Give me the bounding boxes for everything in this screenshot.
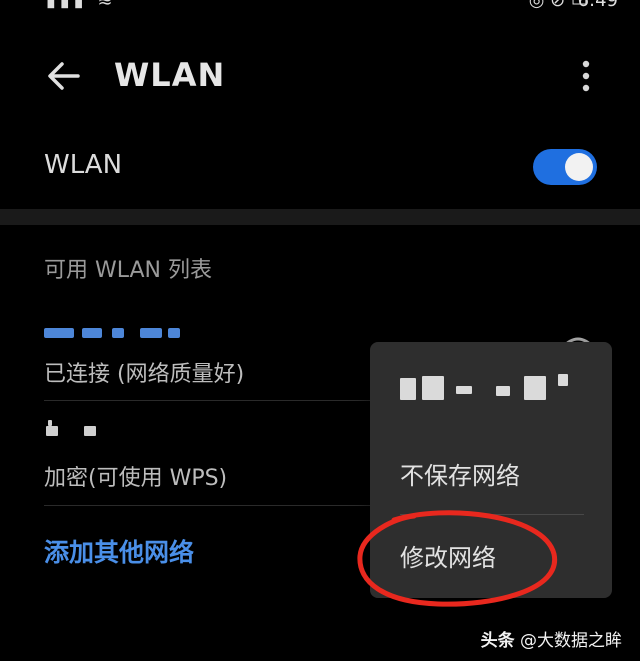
wlan-toggle-label: WLAN <box>44 150 123 180</box>
wlan-toggle-row[interactable]: WLAN <box>0 140 640 200</box>
available-networks-header: 可用 WLAN 列表 <box>44 258 213 283</box>
network-status: 已连接 (网络质量好) <box>44 362 245 387</box>
signal-icon: ▮▮▮ ≋ <box>46 0 117 11</box>
wlan-toggle-switch[interactable] <box>533 149 597 185</box>
forget-network-menu-item[interactable]: 不保存网络 <box>400 456 520 491</box>
network-name-redacted <box>44 328 194 344</box>
toggle-knob <box>565 153 593 181</box>
status-time: 6:49 <box>577 0 618 11</box>
network-status: 加密(可使用 WPS) <box>44 466 228 491</box>
status-bar: ▮▮▮ ≋ ◎ ⊘ ▭ 6:49 <box>0 0 640 11</box>
page-title: WLAN <box>114 56 226 94</box>
watermark: 头条 @大数据之眸 <box>481 626 622 651</box>
more-vertical-icon[interactable] <box>574 56 598 96</box>
watermark-head: 头条 <box>480 631 515 651</box>
popup-network-name-redacted <box>400 374 580 400</box>
row-divider <box>44 505 374 506</box>
network-name-redacted <box>44 420 194 442</box>
row-divider <box>44 400 374 401</box>
add-other-network-link[interactable]: 添加其他网络 <box>44 533 194 569</box>
red-highlight-circle <box>357 510 558 607</box>
section-divider <box>0 209 640 225</box>
arrow-left-icon[interactable] <box>44 56 84 96</box>
watermark-author: @大数据之眸 <box>520 631 622 651</box>
app-bar: WLAN <box>0 50 640 106</box>
